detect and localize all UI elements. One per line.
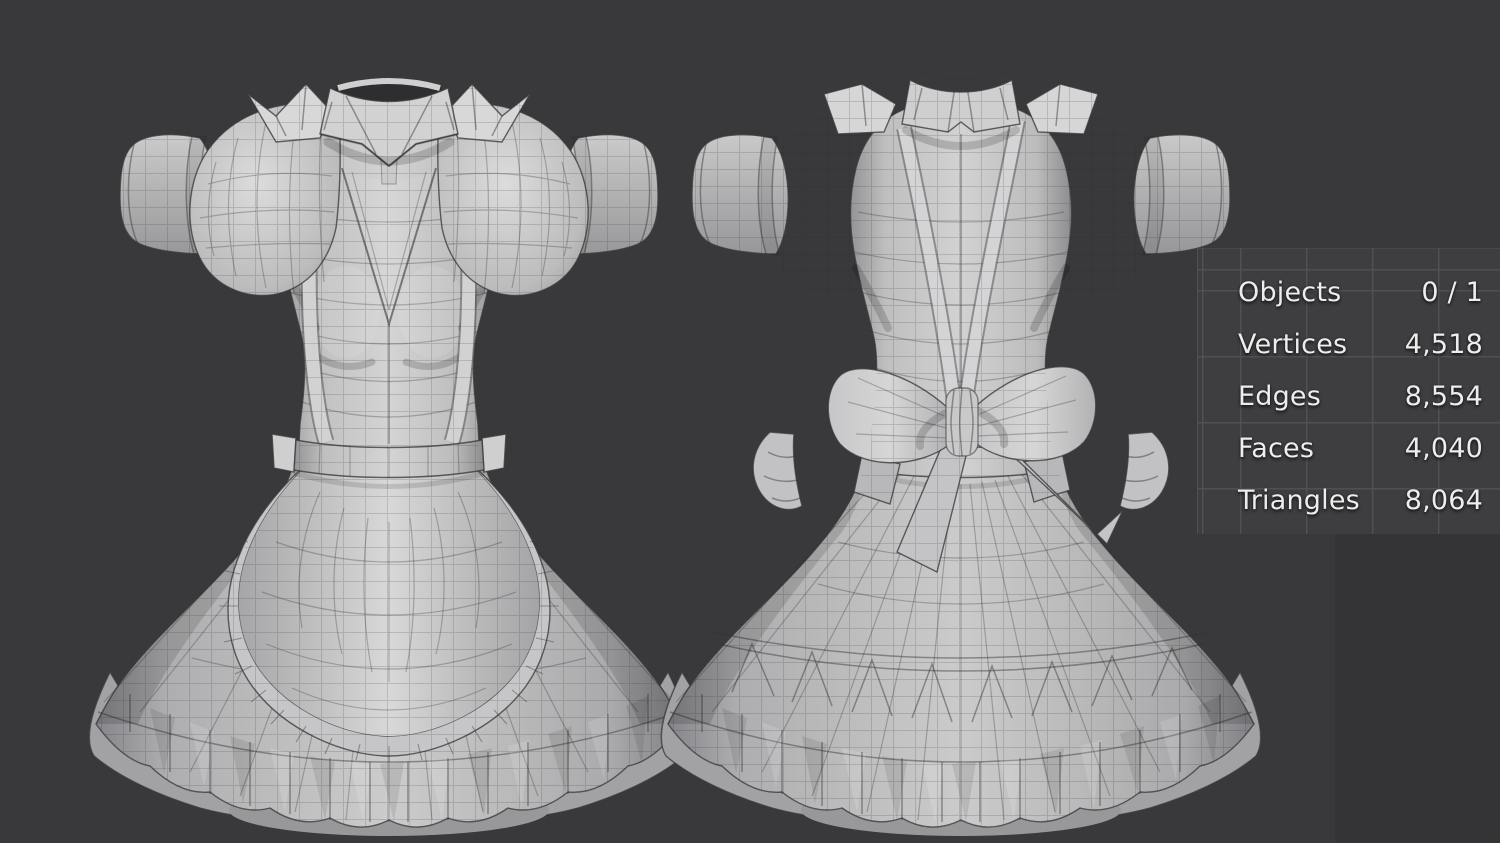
stats-value: 8,064 bbox=[1404, 484, 1483, 516]
stats-value: 4,518 bbox=[1404, 328, 1483, 360]
stats-row: Edges 8,554 bbox=[1198, 370, 1500, 422]
stats-value: 4,040 bbox=[1404, 432, 1483, 464]
stats-value: 0 / 1 bbox=[1421, 276, 1483, 308]
stats-row: Faces 4,040 bbox=[1198, 422, 1500, 474]
model-front-view[interactable] bbox=[80, 72, 700, 842]
stats-label: Triangles bbox=[1238, 484, 1360, 516]
viewport-3d[interactable]: Objects 0 / 1 Vertices 4,518 Edges 8,554… bbox=[0, 0, 1500, 843]
stats-label: Vertices bbox=[1238, 328, 1348, 360]
stats-row: Triangles 8,064 bbox=[1198, 474, 1500, 526]
stats-label: Objects bbox=[1238, 276, 1342, 308]
wireframe-overlay bbox=[96, 84, 682, 828]
background-shade-region bbox=[1334, 534, 1500, 843]
stats-value: 8,554 bbox=[1404, 380, 1483, 412]
stats-label: Faces bbox=[1238, 432, 1315, 464]
model-back-view[interactable] bbox=[652, 68, 1272, 840]
stats-row: Vertices 4,518 bbox=[1198, 318, 1500, 370]
stats-row: Objects 0 / 1 bbox=[1198, 266, 1500, 318]
stats-label: Edges bbox=[1238, 380, 1322, 412]
statistics-overlay: Objects 0 / 1 Vertices 4,518 Edges 8,554… bbox=[1197, 248, 1500, 534]
wireframe-overlay-back bbox=[668, 80, 1254, 828]
